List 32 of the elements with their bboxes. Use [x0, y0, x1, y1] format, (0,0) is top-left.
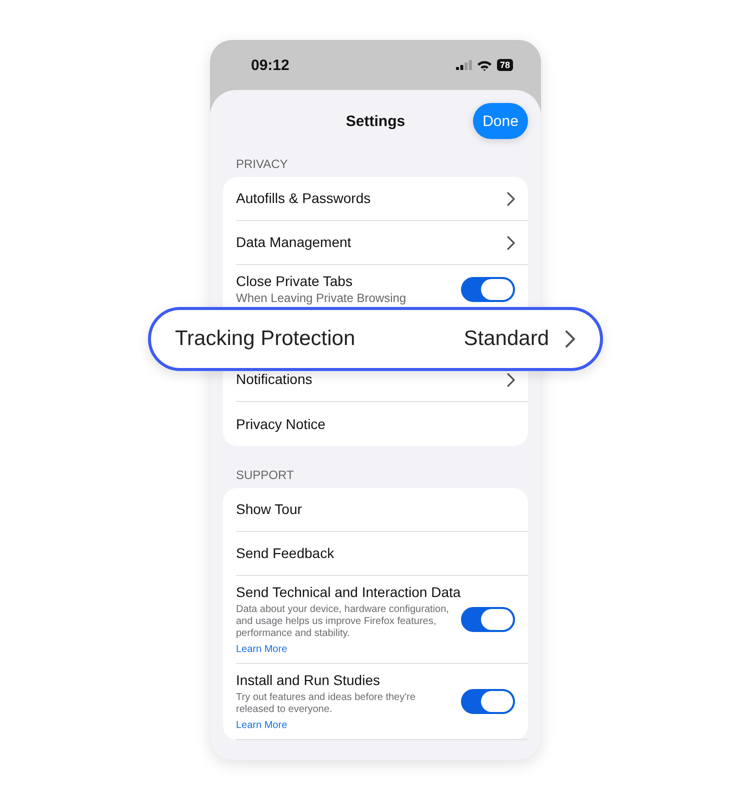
chevron-icon	[507, 372, 515, 386]
section-header: PRIVACY	[235, 156, 289, 173]
row-label[interactable]: Privacy Notice	[236, 416, 515, 432]
toggle-switch[interactable]	[461, 276, 515, 302]
signal-icon	[456, 60, 472, 70]
learn-more-link[interactable]: Learn More	[236, 720, 461, 731]
row-description: Data about your device, hardware configuration, and usage helps us improve Firefox features, performance and stability.	[236, 604, 450, 640]
row-label[interactable]: Send Feedback	[236, 545, 515, 562]
row-label[interactable]: Send Technical and Interaction Data	[236, 584, 461, 601]
row-label[interactable]: Autofills & Passwords	[236, 190, 507, 207]
row-label[interactable]: Show Tour	[236, 501, 515, 518]
callout-label: Tracking Protection	[175, 327, 356, 351]
learn-more-link[interactable]: Learn More	[236, 644, 461, 655]
wifi-icon	[476, 60, 492, 70]
toggle-switch[interactable]	[461, 607, 515, 632]
row-label[interactable]: Install and Run Studies	[236, 672, 461, 689]
chevron-icon	[565, 330, 576, 348]
done-button[interactable]: Done	[473, 103, 528, 139]
callout-value: Standard	[464, 327, 549, 351]
row-subtitle: When Leaving Private Browsing	[236, 291, 408, 305]
settings-title: Settings	[346, 112, 406, 130]
row-label[interactable]: Close Private Tabs	[236, 273, 461, 290]
row-description: Try out features and ideas before they're released to everyone.	[236, 692, 416, 716]
section-header: SUPPORT	[235, 467, 295, 484]
tracking-protection-callout[interactable]: Tracking Protection Standard	[148, 307, 603, 371]
chevron-icon	[507, 192, 515, 206]
battery-level: 78	[496, 59, 513, 71]
row-label[interactable]: Data Management	[236, 234, 507, 251]
chevron-icon	[507, 236, 515, 250]
status-time: 09:12	[251, 56, 290, 74]
row-label[interactable]: Notifications	[236, 371, 507, 388]
toggle-switch[interactable]	[461, 689, 515, 714]
